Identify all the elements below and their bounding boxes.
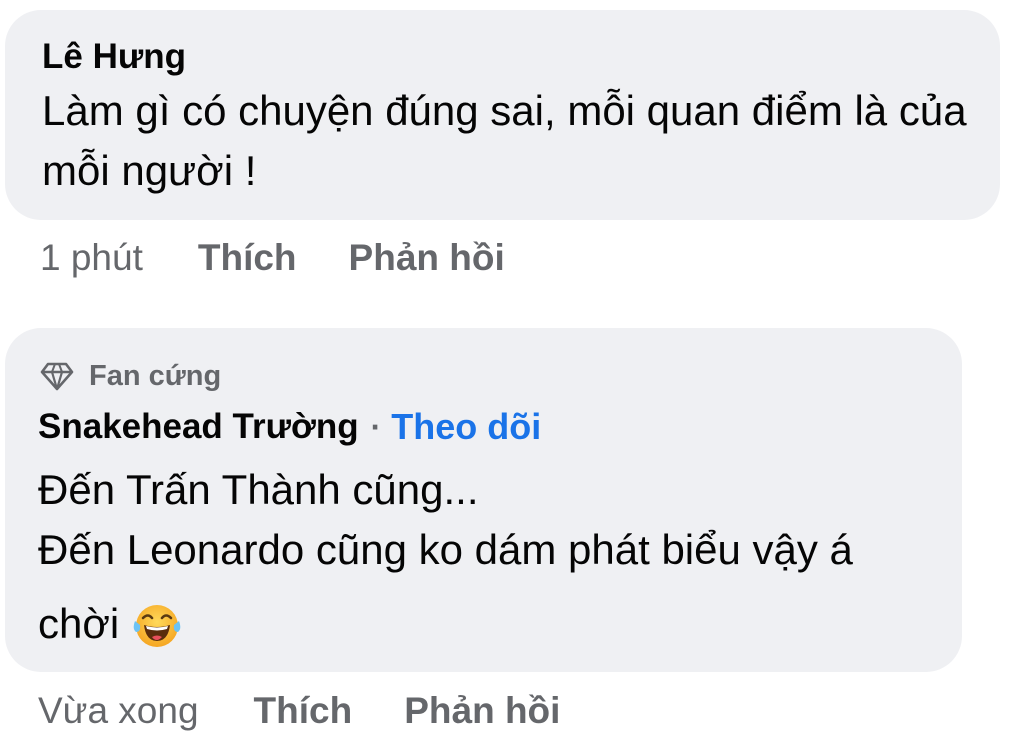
comment-timestamp[interactable]: 1 phút [40,236,143,280]
comment-author[interactable]: Lê Hưng [42,36,1000,78]
comment-timestamp[interactable]: Vừa xong [38,689,199,733]
author-row: Snakehead Trường · Theo dõi [38,406,962,448]
comment-bubble: Lê Hưng Làm gì có chuyện đúng sai, mỗi q… [5,10,1000,220]
badge-label: Fan cứng [89,360,222,392]
comment-text-line: Đến Trấn Thành cũng... [38,466,479,513]
face-with-tears-of-joy-emoji [133,605,181,647]
comment-text-fragment: chời [38,600,120,647]
comment-text-line: chời [38,594,962,654]
diamond-icon [40,362,74,391]
comments-section: Lê Hưng Làm gì có chuyện đúng sai, mỗi q… [0,0,1030,736]
comment-text-line: Đến Leonardo cũng ko dám phát biểu vậy á [38,526,853,573]
comment-actions: 1 phút Thích Phản hồi [40,236,505,280]
comment-actions: Vừa xong Thích Phản hồi [38,689,560,733]
follow-link[interactable]: Theo dõi [391,406,541,448]
comment-bubble: Fan cứng Snakehead Trường · Theo dõi Đến… [5,328,962,672]
reply-button[interactable]: Phản hồi [349,236,505,280]
comment-text: Làm gì có chuyện đúng sai, mỗi quan điểm… [42,87,967,194]
reply-button[interactable]: Phản hồi [404,689,560,733]
like-button[interactable]: Thích [254,689,353,733]
separator-dot: · [370,408,382,445]
top-fan-badge: Fan cứng [38,358,962,394]
like-button[interactable]: Thích [198,236,297,280]
comment-author[interactable]: Snakehead Trường [38,406,359,448]
